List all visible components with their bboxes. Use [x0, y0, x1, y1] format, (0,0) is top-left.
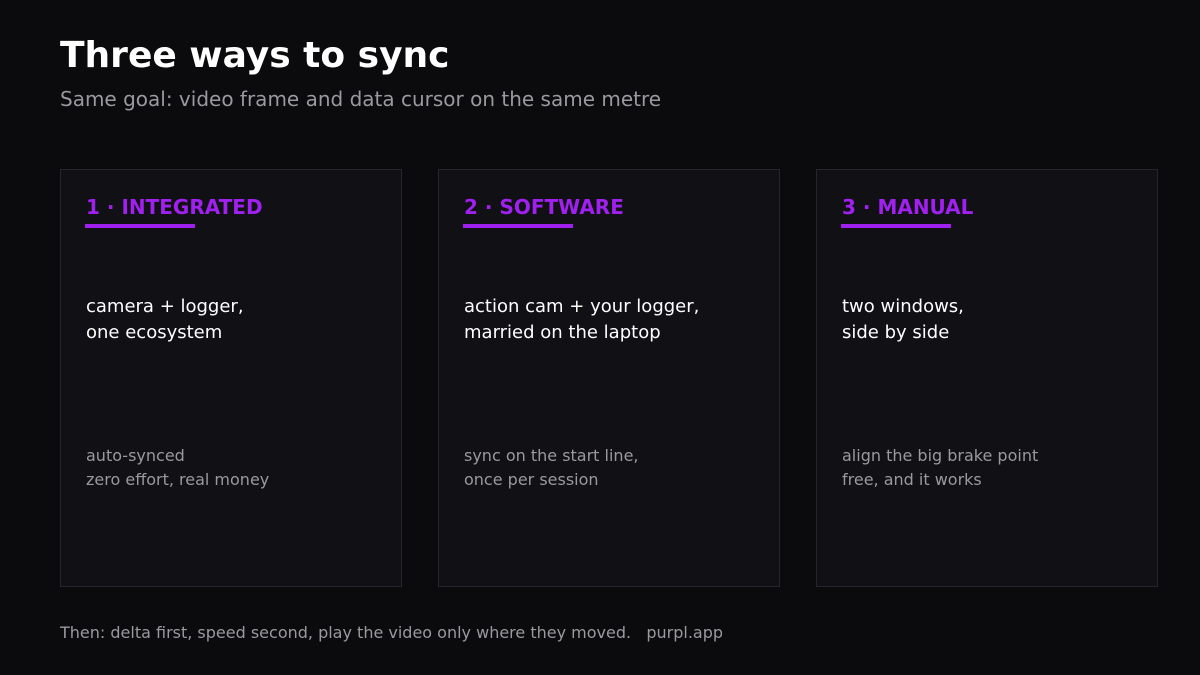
card-integrated: 1 · INTEGRATED camera + logger, one ecos…: [60, 169, 402, 587]
card-note: sync on the start line, once per session: [464, 444, 764, 492]
sync-methods-cards: 1 · INTEGRATED camera + logger, one ecos…: [60, 169, 1158, 587]
brand-link[interactable]: purpl.app: [646, 623, 723, 642]
card-heading: action cam + your logger, married on the…: [464, 294, 764, 346]
card-note-line: free, and it works: [842, 470, 982, 489]
card-note-line: sync on the start line,: [464, 446, 639, 465]
card-label-underline: [841, 224, 951, 228]
card-label: 1 · INTEGRATED: [86, 195, 263, 219]
page-title: Three ways to sync: [60, 35, 450, 76]
card-heading-line: side by side: [842, 322, 950, 343]
card-label-underline: [463, 224, 573, 228]
card-heading-line: camera + logger,: [86, 296, 244, 317]
card-note: align the big brake point free, and it w…: [842, 444, 1142, 492]
card-note: auto-synced zero effort, real money: [86, 444, 386, 492]
footer: Then: delta first, speed second, play th…: [60, 622, 723, 644]
page-subtitle: Same goal: video frame and data cursor o…: [60, 87, 662, 111]
card-heading: two windows, side by side: [842, 294, 1142, 346]
card-heading-line: married on the laptop: [464, 322, 661, 343]
card-heading-line: two windows,: [842, 296, 964, 317]
footer-text: Then: delta first, speed second, play th…: [60, 623, 632, 642]
card-label-underline: [85, 224, 195, 228]
card-note-line: once per session: [464, 470, 599, 489]
card-heading-line: action cam + your logger,: [464, 296, 700, 317]
card-manual: 3 · MANUAL two windows, side by side ali…: [816, 169, 1158, 587]
card-label: 3 · MANUAL: [842, 195, 974, 219]
card-note-line: align the big brake point: [842, 446, 1039, 465]
card-label: 2 · SOFTWARE: [464, 195, 624, 219]
card-heading: camera + logger, one ecosystem: [86, 294, 386, 346]
card-software: 2 · SOFTWARE action cam + your logger, m…: [438, 169, 780, 587]
card-note-line: zero effort, real money: [86, 470, 270, 489]
card-heading-line: one ecosystem: [86, 322, 223, 343]
card-note-line: auto-synced: [86, 446, 185, 465]
